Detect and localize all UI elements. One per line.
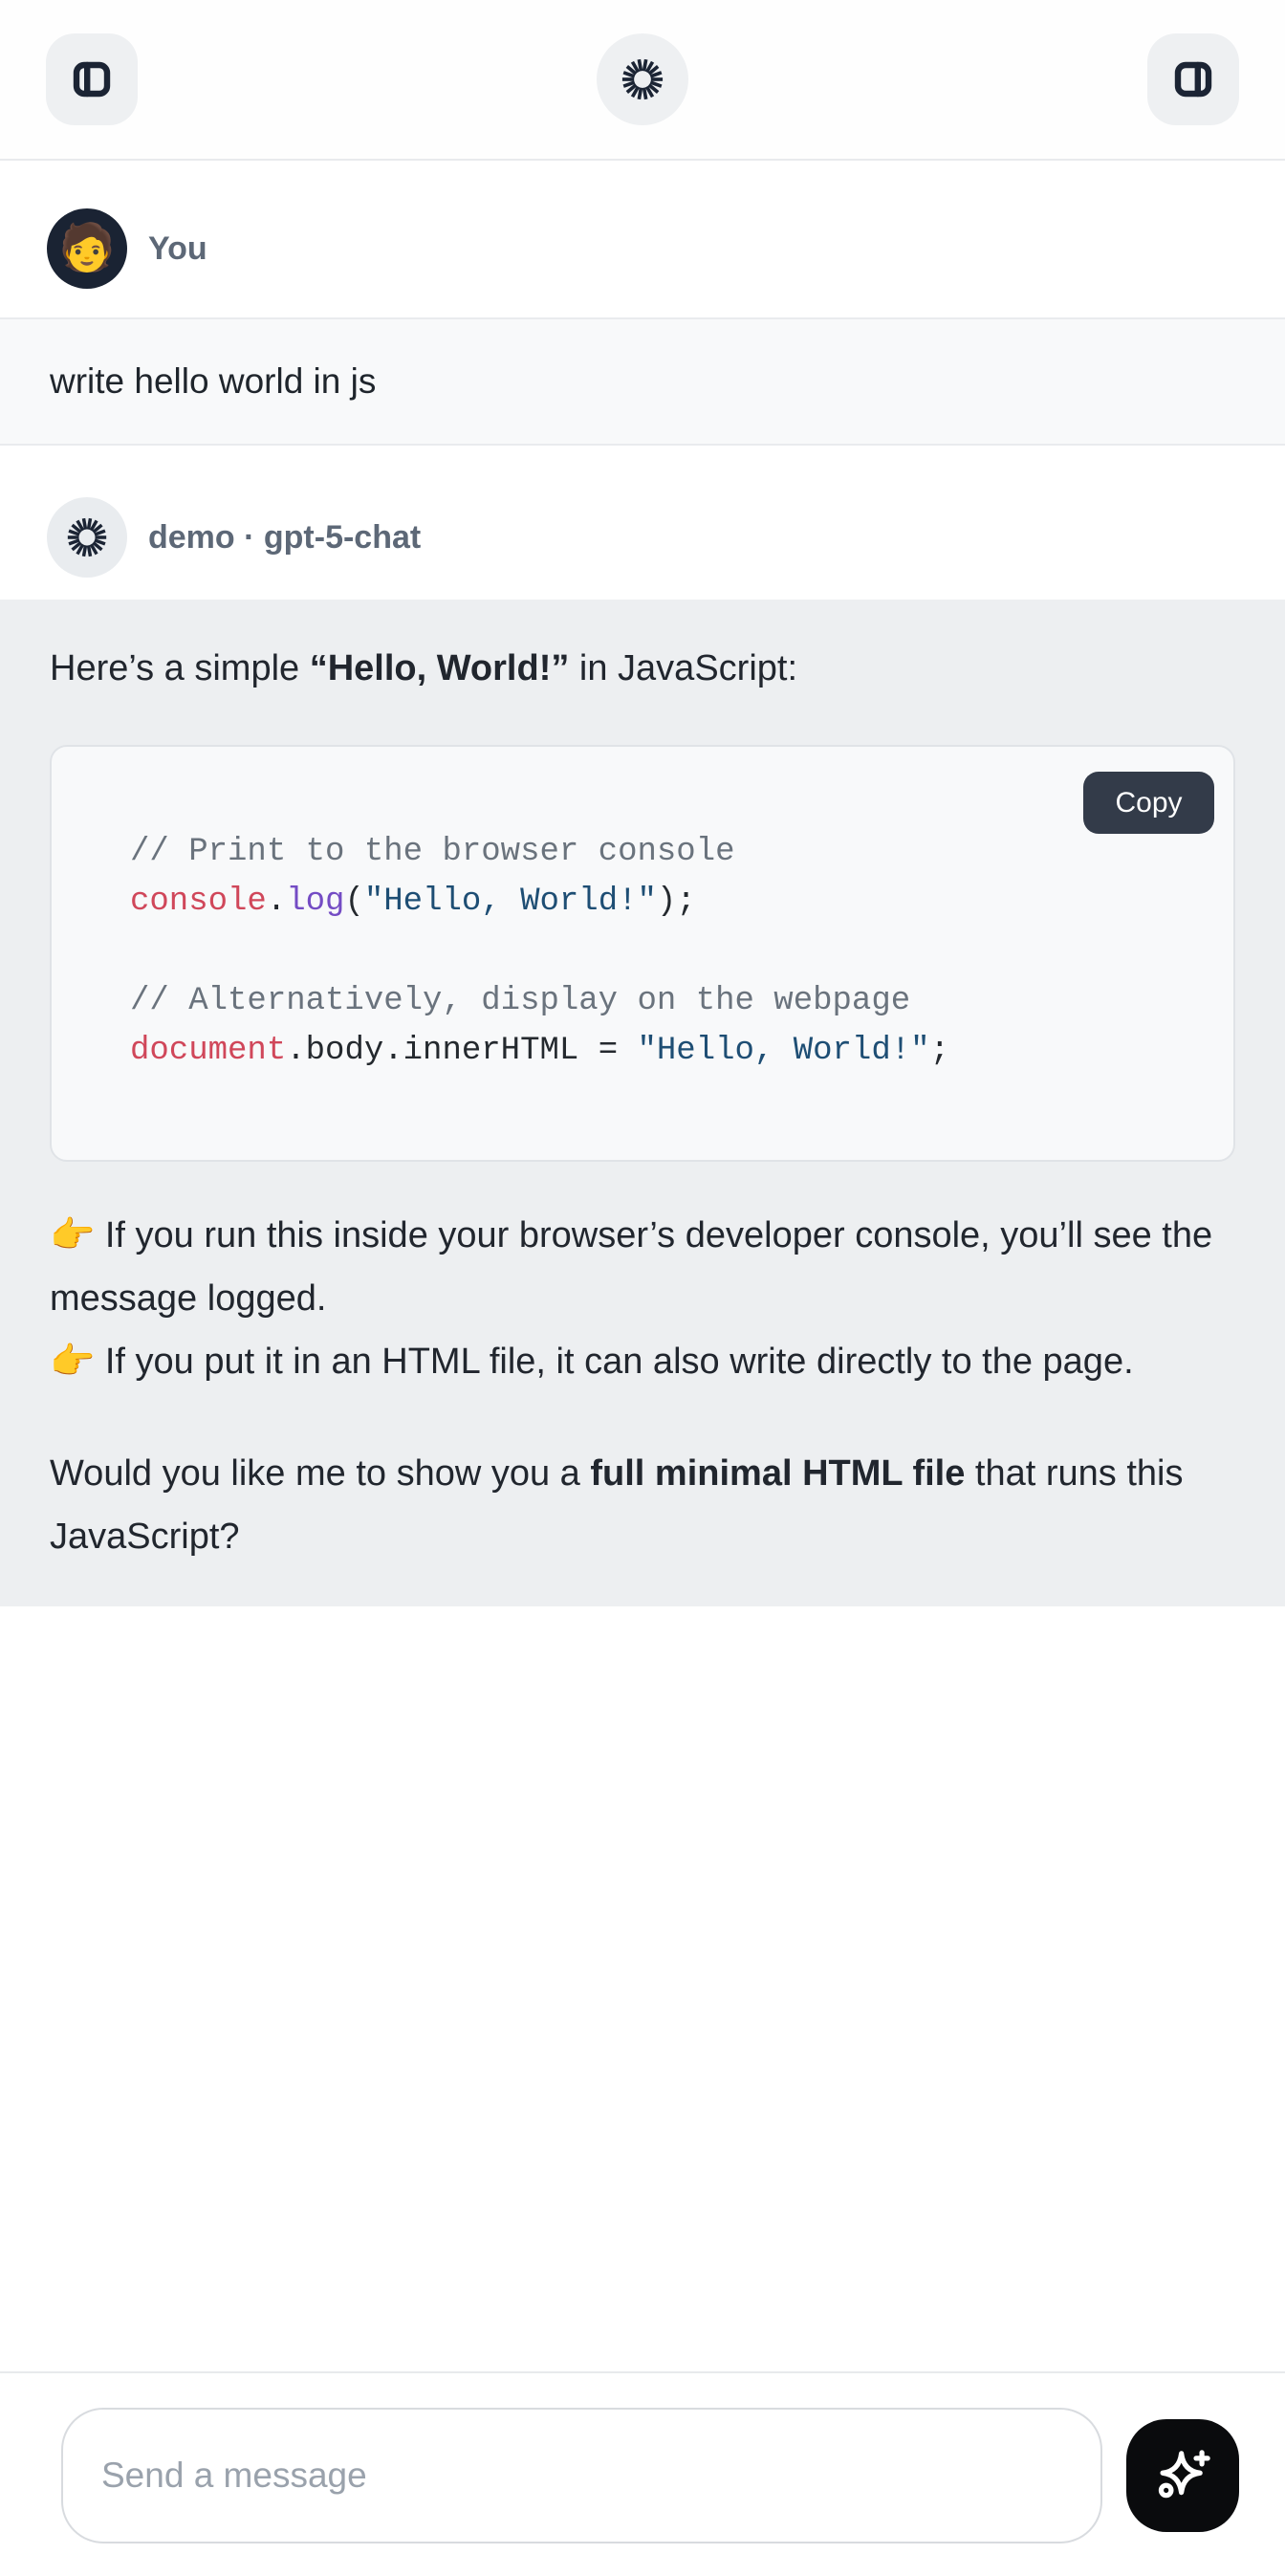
assistant-paragraph: 👉 If you run this inside your browser’s …	[50, 1204, 1235, 1393]
copy-button[interactable]: Copy	[1083, 772, 1214, 834]
user-avatar-emoji: 🧑	[58, 226, 116, 272]
user-turn-header: 🧑 You	[0, 161, 1285, 317]
send-button[interactable]	[1126, 2419, 1239, 2532]
assistant-model-name: demo · gpt-5-chat	[148, 519, 421, 557]
panel-right-icon	[1170, 56, 1216, 102]
message-input[interactable]	[61, 2408, 1102, 2543]
user-avatar: 🧑	[47, 208, 127, 289]
user-name: You	[148, 230, 207, 268]
user-message: write hello world in js	[0, 317, 1285, 446]
burst-icon	[66, 516, 108, 558]
right-panel-toggle-button[interactable]	[1147, 33, 1239, 125]
assistant-message: Here’s a simple “Hello, World!” in JavaS…	[0, 600, 1285, 1606]
composer-bar	[0, 2371, 1285, 2576]
top-bar	[0, 0, 1285, 161]
brand-spinner-button[interactable]	[597, 33, 688, 125]
chat-app: 🧑 You write hello world in js demo · gpt…	[0, 0, 1285, 2576]
assistant-intro-text: Here’s a simple “Hello, World!” in JavaS…	[50, 642, 1235, 695]
code-block: Copy // Print to the browser consolecons…	[50, 745, 1235, 1162]
assistant-turn-header: demo · gpt-5-chat	[0, 446, 1285, 600]
sidebar-toggle-button[interactable]	[46, 33, 138, 125]
code-content: // Print to the browser consoleconsole.l…	[130, 827, 1195, 1076]
assistant-paragraph: Would you like me to show you a full min…	[50, 1442, 1235, 1568]
burst-icon	[621, 57, 664, 101]
chat-scroll-spacer	[0, 1606, 1285, 2371]
panel-left-icon	[69, 56, 115, 102]
user-message-text: write hello world in js	[50, 361, 376, 401]
sparkles-icon	[1151, 2444, 1214, 2507]
assistant-avatar	[47, 497, 127, 578]
